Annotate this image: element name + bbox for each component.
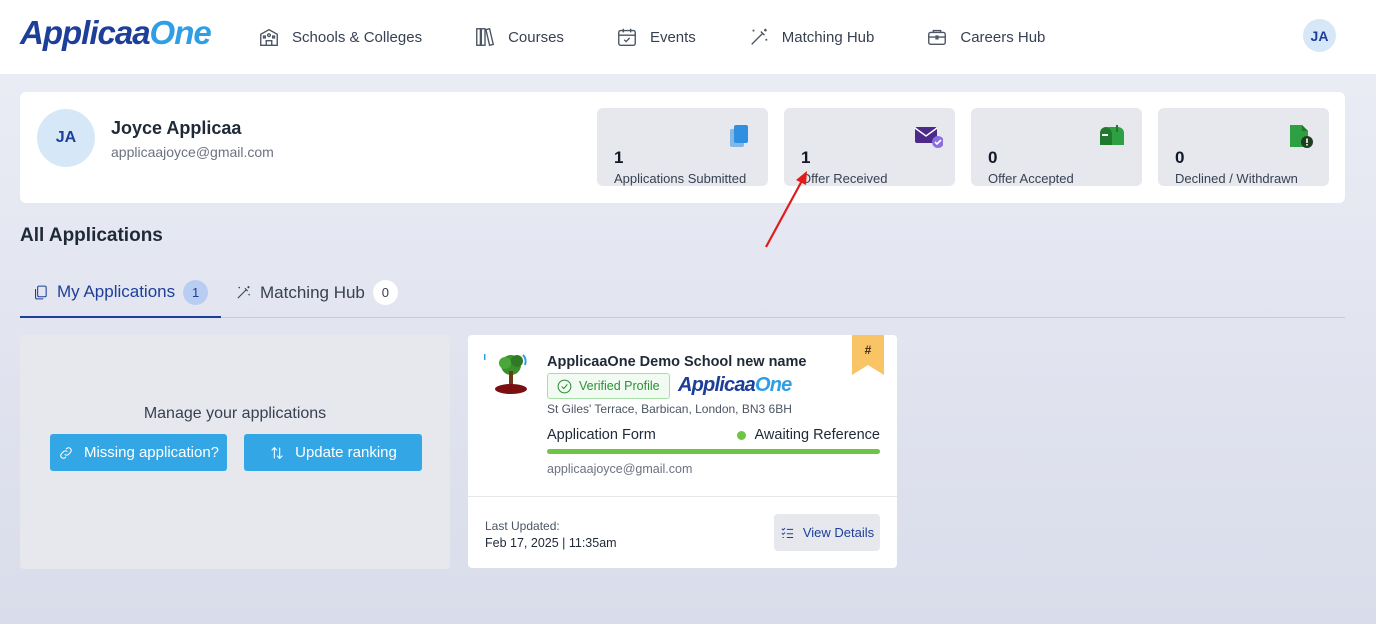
- progress-fill: [547, 449, 880, 454]
- verified-label: Verified Profile: [579, 379, 660, 393]
- stat-label: Declined / Withdrawn: [1175, 171, 1298, 186]
- application-card[interactable]: ApplicaaOne Demo School new name Verifie…: [468, 335, 897, 568]
- nav-label: Schools & Colleges: [292, 28, 423, 46]
- nav-careers-hub[interactable]: Careers Hub: [926, 26, 1045, 48]
- application-email: applicaajoyce@gmail.com: [547, 462, 693, 476]
- applications-tabs: My Applications 1 Matching Hub 0: [20, 268, 1345, 318]
- briefcase-icon: [928, 29, 947, 46]
- application-form-label: Application Form: [547, 427, 656, 443]
- last-updated-label: Last Updated:: [485, 519, 560, 533]
- mailbox-icon: [1100, 125, 1124, 145]
- section-title: All Applications: [20, 225, 163, 246]
- copy-icon: [35, 285, 47, 299]
- stat-label: Offer Received: [801, 171, 888, 186]
- nav-label: Matching Hub: [781, 28, 875, 46]
- magic-wand-icon: [750, 28, 768, 45]
- nav-schools-colleges[interactable]: Schools & Colleges: [258, 26, 422, 48]
- school-icon: [260, 28, 278, 46]
- nav-matching-hub[interactable]: Matching Hub: [748, 26, 875, 48]
- last-updated-value: Feb 17, 2025 | 11:35am: [485, 536, 617, 550]
- missing-application-button[interactable]: Missing application?: [50, 434, 227, 471]
- main-nav: Schools & Colleges Courses Events Matchi…: [258, 0, 1097, 74]
- checklist-icon: [781, 527, 793, 538]
- application-progress-bar: [547, 449, 880, 454]
- school-name[interactable]: ApplicaaOne Demo School new name: [547, 354, 806, 370]
- button-label: Missing application?: [83, 444, 220, 461]
- school-tree-logo: [484, 354, 527, 394]
- calendar-check-icon: [618, 28, 636, 46]
- mini-logo-text-a: Applicaa: [678, 374, 756, 396]
- annotation-arrow: [765, 171, 807, 248]
- nav-events[interactable]: Events: [616, 26, 696, 48]
- nav-label: Events: [649, 28, 696, 46]
- stat-declined-withdrawn[interactable]: 0 Declined / Withdrawn: [1158, 108, 1329, 186]
- books-icon: [476, 27, 495, 47]
- profile-avatar: JA: [37, 109, 95, 167]
- view-details-button[interactable]: View Details: [774, 514, 880, 551]
- stat-value: 0: [988, 148, 998, 167]
- user-avatar-menu[interactable]: JA: [1303, 19, 1336, 52]
- tab-matching-hub[interactable]: Matching Hub 0: [235, 268, 398, 317]
- manage-applications-panel: Manage your applications Missing applica…: [20, 335, 450, 569]
- check-circle-icon: [557, 379, 572, 393]
- tab-label: Matching Hub: [260, 282, 365, 302]
- documents-icon: [730, 125, 748, 147]
- profile-name: Joyce Applicaa: [111, 118, 242, 138]
- tab-label: My Applications: [57, 282, 176, 301]
- school-address: St Giles' Terrace, Barbican, London, BN3…: [547, 402, 792, 416]
- tab-count-badge: 0: [372, 280, 398, 305]
- status-dot: [736, 430, 746, 440]
- link-icon: [60, 446, 72, 459]
- ribbon-label: #: [864, 343, 872, 357]
- update-ranking-button[interactable]: Update ranking: [244, 434, 422, 471]
- stat-applications-submitted[interactable]: 1 Applications Submitted: [597, 108, 768, 186]
- tab-my-applications[interactable]: My Applications 1: [20, 268, 222, 318]
- nav-courses[interactable]: Courses: [474, 26, 564, 48]
- applicaaone-mini-logo: ApplicaaOne: [678, 374, 792, 397]
- envelope-check-icon: [914, 127, 943, 148]
- stat-label: Offer Accepted: [988, 171, 1074, 186]
- button-label: Update ranking: [295, 444, 397, 461]
- sort-arrows-icon: [271, 446, 283, 459]
- logo-text-a: Applicaa: [20, 14, 151, 51]
- top-navigation-bar: ApplicaaOne Schools & Colleges Courses E…: [0, 0, 1376, 74]
- mini-logo-text-b: One: [754, 374, 792, 396]
- card-divider: [468, 496, 897, 497]
- nav-label: Careers Hub: [960, 28, 1046, 46]
- profile-email: applicaajoyce@gmail.com: [111, 144, 274, 160]
- tab-count-badge: 1: [183, 279, 209, 305]
- applicaaone-logo[interactable]: ApplicaaOne: [20, 14, 212, 52]
- magic-wand-icon: [237, 286, 250, 299]
- profile-summary-card: JA Joyce Applicaa applicaajoyce@gmail.co…: [20, 92, 1345, 203]
- stat-label: Applications Submitted: [614, 171, 747, 186]
- nav-label: Courses: [508, 28, 564, 46]
- logo-text-b: One: [149, 14, 212, 51]
- stat-value: 0: [1175, 148, 1185, 167]
- button-label: View Details: [802, 525, 875, 540]
- application-status: Awaiting Reference: [736, 427, 880, 443]
- stat-offer-accepted[interactable]: 0 Offer Accepted: [971, 108, 1142, 186]
- status-text: Awaiting Reference: [754, 427, 880, 443]
- document-alert-icon: [1290, 125, 1313, 148]
- stat-value: 1: [614, 148, 624, 167]
- verified-profile-badge: Verified Profile: [547, 373, 670, 399]
- manage-title: Manage your applications: [143, 405, 327, 422]
